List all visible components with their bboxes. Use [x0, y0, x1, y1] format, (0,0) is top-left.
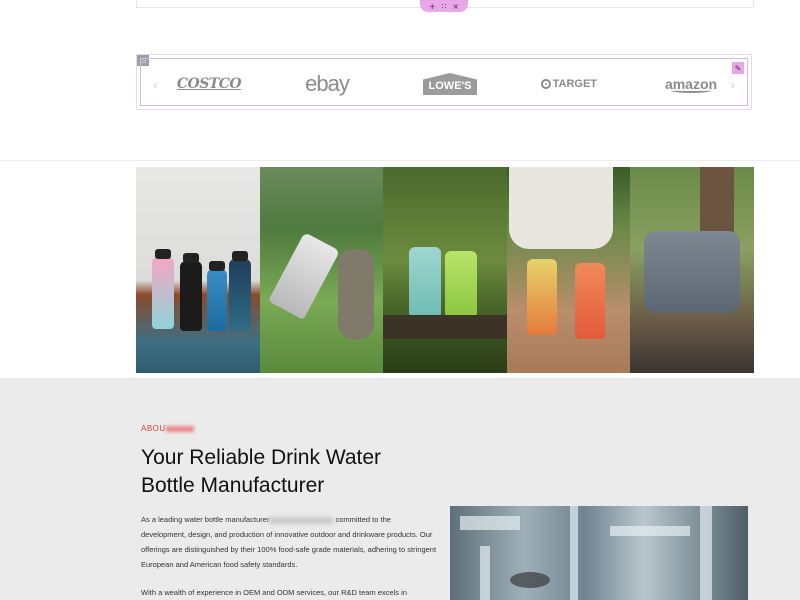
- pink-bottle: [152, 257, 174, 329]
- bottles-on-cabinet-image: [136, 167, 260, 373]
- grey-cooler-bag: [644, 231, 741, 313]
- lowes-logo-text: LOWE'S: [422, 73, 478, 95]
- about-title: Your Reliable Drink Water Bottle Manufac…: [141, 446, 382, 497]
- orange-cup: [574, 263, 605, 339]
- cups-on-deck-image: [506, 167, 631, 373]
- amazon-logo: amazon: [663, 71, 719, 97]
- about-label: ABOU: [141, 424, 194, 433]
- bottles-in-forest-image: [383, 167, 507, 373]
- lowes-logo: LOWE'S: [422, 71, 478, 97]
- jacket-arm: [337, 249, 374, 339]
- close-icon[interactable]: ×: [452, 2, 459, 11]
- target-logo: TARGET: [541, 71, 597, 97]
- lime-bottle: [445, 251, 478, 317]
- plus-icon[interactable]: +: [429, 2, 436, 11]
- blue-bottle: [207, 269, 227, 331]
- chevron-left-icon[interactable]: ‹: [153, 77, 157, 92]
- tumbler-outdoor-image: [259, 167, 384, 373]
- about-paragraph-1: As a leading water bottle manufacturer c…: [141, 512, 437, 572]
- teal-bottle: [409, 247, 442, 317]
- costco-logo-text: COSTCO: [176, 76, 242, 92]
- white-shirt: [508, 167, 613, 249]
- yellow-cup: [526, 259, 557, 335]
- edit-icon[interactable]: ✎: [732, 62, 744, 74]
- product-image-strip: [136, 167, 754, 373]
- white-tumbler: [267, 232, 340, 320]
- black-bottle: [180, 261, 202, 331]
- brand-logos-section: ▭ ✎ ‹ › COSTCO ebay LOWE'S TARGET amazon: [136, 54, 752, 110]
- drag-icon[interactable]: ∷: [441, 2, 446, 11]
- costco-logo: COSTCO: [177, 71, 242, 97]
- logo-carousel: ✎ ‹ › COSTCO ebay LOWE'S TARGET amazon: [140, 58, 748, 106]
- redacted-company-name: [269, 516, 334, 524]
- about-paragraph-2: With a wealth of experience in OEM and O…: [141, 588, 407, 597]
- wood-log: [383, 315, 507, 339]
- section-handle[interactable]: + ∷ ×: [420, 0, 468, 12]
- about-section: ABOU Your Reliable Drink Water Bottle Ma…: [0, 378, 800, 600]
- chevron-right-icon[interactable]: ›: [731, 77, 735, 92]
- about-label-text: ABOU: [141, 424, 166, 433]
- section-divider: [0, 160, 800, 161]
- amazon-smile-icon: [671, 88, 711, 93]
- ebay-logo: ebay: [299, 71, 355, 97]
- redacted-label: [165, 425, 194, 432]
- target-logo-text: TARGET: [552, 78, 597, 90]
- target-bullseye-icon: [541, 79, 551, 89]
- ebay-logo-text: ebay: [305, 71, 350, 96]
- factory-machinery-image: [450, 506, 748, 600]
- cooler-bag-image: [630, 167, 754, 373]
- navy-bottle: [229, 259, 251, 331]
- page: + ∷ × ▭ ✎ ‹ › COSTCO ebay LOWE'S TARGET …: [0, 0, 800, 600]
- about-paragraph-1-start: As a leading water bottle manufacturer: [141, 515, 270, 524]
